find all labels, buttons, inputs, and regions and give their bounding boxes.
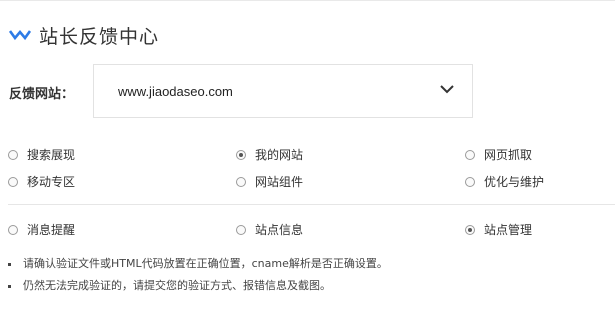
radio-option-message-reminder[interactable]: 消息提醒 bbox=[8, 221, 75, 238]
site-select-row: 反馈网站： www.jiaodaseo.com bbox=[9, 64, 473, 120]
radio-button[interactable] bbox=[8, 224, 18, 235]
option-label: 移动专区 bbox=[27, 175, 76, 189]
chevron-down-icon bbox=[440, 85, 454, 94]
section-divider bbox=[8, 204, 615, 205]
page-header: 站长反馈中心 bbox=[9, 21, 159, 49]
feedback-page: 站长反馈中心 反馈网站： www.jiaodaseo.com 搜索展现 我的网站… bbox=[0, 0, 615, 319]
radio-option-site-management[interactable]: 站点管理 bbox=[465, 221, 532, 238]
bullet-icon bbox=[8, 263, 11, 266]
radio-button[interactable] bbox=[465, 149, 475, 160]
option-label: 站点管理 bbox=[484, 223, 533, 237]
radio-button[interactable] bbox=[465, 176, 475, 187]
radio-button-selected[interactable] bbox=[236, 149, 246, 160]
option-label: 网页抓取 bbox=[484, 148, 533, 162]
check-chevron-icon bbox=[9, 29, 31, 41]
radio-button[interactable] bbox=[236, 176, 246, 187]
site-select-label: 反馈网站： bbox=[9, 86, 75, 102]
bullet-icon bbox=[8, 285, 11, 288]
top-divider bbox=[0, 0, 615, 1]
option-label: 搜索展现 bbox=[27, 148, 76, 162]
radio-option-search-display[interactable]: 搜索展现 bbox=[8, 146, 75, 163]
radio-button[interactable] bbox=[8, 149, 18, 160]
help-note: 仍然无法完成验证的，请提交您的验证方式、报错信息及截图。 bbox=[8, 276, 388, 298]
radio-button[interactable] bbox=[8, 176, 18, 187]
site-select-value: www.jiaodaseo.com bbox=[118, 83, 233, 99]
radio-option-optimization[interactable]: 优化与维护 bbox=[465, 173, 544, 190]
help-notes: 请确认验证文件或HTML代码放置在正确位置，cname解析是否正确设置。 仍然无… bbox=[8, 254, 388, 298]
radio-button[interactable] bbox=[236, 224, 246, 235]
radio-option-site-components[interactable]: 网站组件 bbox=[236, 173, 303, 190]
help-note: 请确认验证文件或HTML代码放置在正确位置，cname解析是否正确设置。 bbox=[8, 254, 388, 276]
option-label: 站点信息 bbox=[255, 223, 304, 237]
option-label: 优化与维护 bbox=[484, 175, 545, 189]
option-label: 我的网站 bbox=[255, 148, 304, 162]
help-note-text: 请确认验证文件或HTML代码放置在正确位置，cname解析是否正确设置。 bbox=[23, 257, 388, 270]
radio-option-page-crawl[interactable]: 网页抓取 bbox=[465, 146, 532, 163]
radio-option-site-info[interactable]: 站点信息 bbox=[236, 221, 303, 238]
radio-button-selected[interactable] bbox=[465, 224, 475, 235]
option-label: 网站组件 bbox=[255, 175, 304, 189]
page-title: 站长反馈中心 bbox=[39, 25, 160, 48]
site-select-dropdown[interactable]: www.jiaodaseo.com bbox=[93, 64, 473, 118]
option-label: 消息提醒 bbox=[27, 223, 76, 237]
radio-option-my-site[interactable]: 我的网站 bbox=[236, 146, 303, 163]
help-note-text: 仍然无法完成验证的，请提交您的验证方式、报错信息及截图。 bbox=[23, 279, 331, 292]
radio-option-mobile-zone[interactable]: 移动专区 bbox=[8, 173, 75, 190]
